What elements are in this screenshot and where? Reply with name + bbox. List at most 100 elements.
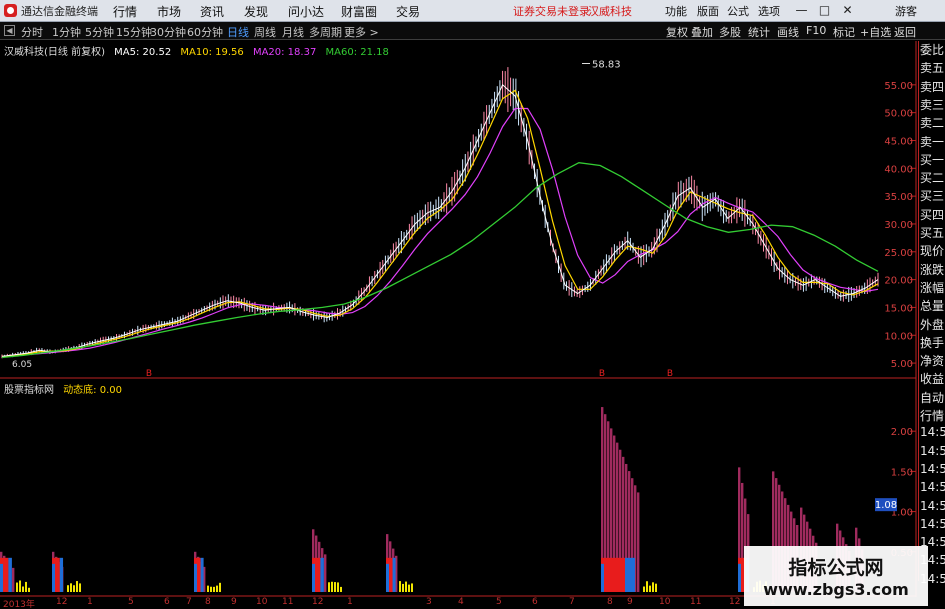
side-item[interactable]: 14:50	[919, 517, 945, 536]
quote-side-panel: 委比 卖五 卖四 卖三 卖二 卖一 买一 买二 买三 买四 买五 现价 涨跌 涨幅 总量 外盘 换手 净资 收益 自动…	[918, 41, 945, 586]
sub-legend: 股票指标网 动态底: 0.00	[4, 381, 122, 396]
watermark-url: www.zbgs3.com	[763, 580, 909, 599]
x-tick-label: 8	[205, 597, 211, 607]
sub-yellow-bar	[643, 586, 645, 592]
ma20-line	[1, 107, 879, 357]
side-item[interactable]: 行情	[919, 407, 945, 426]
sub-yellow-bar	[219, 582, 221, 592]
side-item[interactable]: 涨幅	[919, 279, 945, 298]
side-item[interactable]: 买一	[919, 151, 945, 170]
sub-yellow-bar	[207, 585, 209, 592]
price-tick-label: 20.00	[884, 276, 913, 287]
side-item[interactable]: 现价	[919, 242, 945, 261]
sub-yellow-bar	[328, 582, 330, 592]
sub-blue-bar	[601, 563, 604, 592]
x-tick-label: 2013年	[3, 600, 35, 609]
x-tick-label: 4	[458, 597, 464, 607]
side-item[interactable]: 买五	[919, 224, 945, 243]
sub-yellow-bar	[649, 585, 651, 592]
sub-highlight-label: 1.08	[875, 500, 897, 511]
x-tick-label: 3	[426, 597, 432, 607]
ma5-label: MA5: 20.52	[114, 47, 172, 58]
indicator-name: 股票指标网	[4, 385, 54, 396]
side-item[interactable]: 卖二	[919, 114, 945, 133]
side-item[interactable]: 卖五	[919, 59, 945, 78]
side-item[interactable]: 委比	[919, 41, 945, 60]
side-item[interactable]: 14:50	[919, 462, 945, 481]
sub-tick-label: 2.00	[891, 427, 913, 438]
price-tick-label: 10.00	[884, 331, 913, 342]
sub-red-bar	[601, 557, 625, 592]
sub-blue-bar	[59, 557, 64, 592]
side-item[interactable]: 收益	[919, 370, 945, 389]
sub-blue-bar	[386, 563, 389, 592]
sub-yellow-bar	[334, 582, 336, 592]
x-tick-label: 1	[87, 597, 93, 607]
side-item[interactable]: 买二	[919, 169, 945, 188]
sub-blue-bar	[200, 557, 204, 592]
side-item[interactable]: 卖一	[919, 133, 945, 152]
side-item[interactable]: 卖四	[919, 78, 945, 97]
price-tick-label: 35.00	[884, 192, 913, 203]
sub-bar	[324, 554, 327, 592]
signal-marker: B	[667, 369, 673, 379]
sub-yellow-bar	[76, 581, 78, 592]
side-item[interactable]: 自动	[919, 389, 945, 408]
side-item[interactable]: 换手	[919, 334, 945, 353]
side-item[interactable]: 涨跌	[919, 261, 945, 280]
side-item[interactable]: 总量	[919, 297, 945, 316]
x-tick-label: 7	[569, 597, 575, 607]
x-tick-label: 12	[729, 597, 741, 607]
sub-blue-bar	[738, 563, 741, 592]
sub-yellow-bar	[216, 585, 218, 592]
sub-tick-label: 1.50	[891, 467, 913, 478]
price-tick-label: 30.00	[884, 220, 913, 231]
side-item[interactable]: 外盘	[919, 316, 945, 335]
x-tick-label: 8	[607, 597, 613, 607]
sub-yellow-bar	[646, 581, 648, 592]
main-legend: 汉威科技(日线 前复权) MA5: 20.52 MA10: 19.56 MA20…	[4, 43, 395, 58]
price-tick-label: 25.00	[884, 248, 913, 259]
side-item[interactable]: 卖三	[919, 96, 945, 115]
ma10-line	[1, 89, 879, 357]
sub-blue-bar	[52, 563, 55, 592]
x-tick-label: 10	[256, 597, 268, 607]
x-tick-label: 12	[312, 597, 324, 607]
sub-blue-bar	[320, 557, 324, 592]
sub-yellow-bar	[402, 583, 404, 592]
sub-blue-bar	[392, 557, 396, 592]
x-tick-label: 6	[164, 597, 170, 607]
side-item[interactable]: 买四	[919, 206, 945, 225]
x-tick-label: 6	[532, 597, 538, 607]
signal-marker: B	[599, 369, 605, 379]
price-tick-label: 50.00	[884, 109, 913, 120]
sub-blue-bar	[0, 563, 3, 592]
watermark: 指标公式网 www.zbgs3.com	[744, 546, 928, 606]
stock-period-label: 汉威科技(日线 前复权)	[4, 47, 105, 58]
side-item[interactable]: 净资	[919, 352, 945, 371]
high-annotation: 58.83	[592, 60, 621, 71]
x-tick-label: 9	[231, 597, 237, 607]
sub-yellow-bar	[213, 586, 215, 592]
sub-yellow-bar	[73, 585, 75, 592]
ma10-label: MA10: 19.56	[180, 47, 244, 58]
x-tick-label: 10	[659, 597, 671, 607]
kline-chart[interactable]: 5.00 10.00 15.00 20.00 25.00 30.00 35.00 40.00 4…	[0, 0, 945, 609]
x-tick-label: 1	[347, 597, 353, 607]
side-item[interactable]: 14:50	[919, 444, 945, 463]
x-tick-label: 12	[56, 597, 68, 607]
side-item[interactable]: 14:50	[919, 499, 945, 518]
sub-blue-bar	[625, 557, 635, 592]
sub-blue-bar	[8, 557, 12, 592]
price-tick-label: 45.00	[884, 136, 913, 147]
sub-blue-bar	[312, 563, 315, 592]
sub-yellow-bar	[67, 585, 69, 592]
x-tick-label: 5	[496, 597, 502, 607]
side-item[interactable]: 买三	[919, 187, 945, 206]
side-item[interactable]: 14:50	[919, 480, 945, 499]
low-annotation: 6.05	[12, 360, 32, 370]
ma60-label: MA60: 21.18	[325, 47, 389, 58]
side-item[interactable]: 14:50	[919, 425, 945, 444]
sub-bar	[637, 492, 640, 592]
sub-yellow-bar	[25, 581, 27, 592]
